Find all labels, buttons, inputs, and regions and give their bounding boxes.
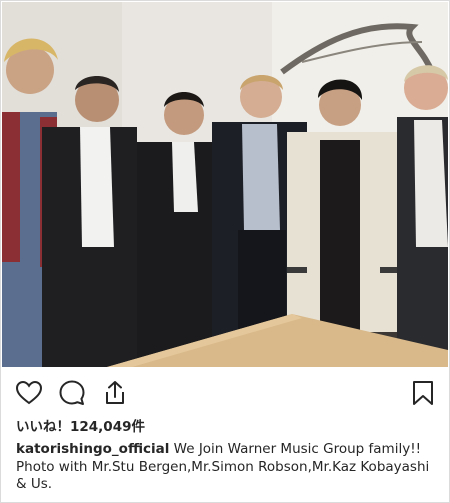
share-icon[interactable] bbox=[101, 379, 129, 407]
bookmark-icon[interactable] bbox=[409, 379, 437, 407]
group-photo-illustration bbox=[2, 2, 448, 367]
action-bar bbox=[1, 371, 449, 415]
post-photo[interactable] bbox=[2, 2, 448, 367]
caption-username[interactable]: katorishingo_official bbox=[16, 441, 169, 457]
heart-icon[interactable] bbox=[15, 379, 43, 407]
comment-icon[interactable] bbox=[58, 379, 86, 407]
likes-count[interactable]: いいね！124,049件 bbox=[16, 415, 145, 435]
instagram-post: いいね！124,049件 katorishingo_official We Jo… bbox=[0, 0, 450, 503]
post-caption: katorishingo_official We Join Warner Mus… bbox=[16, 441, 441, 494]
